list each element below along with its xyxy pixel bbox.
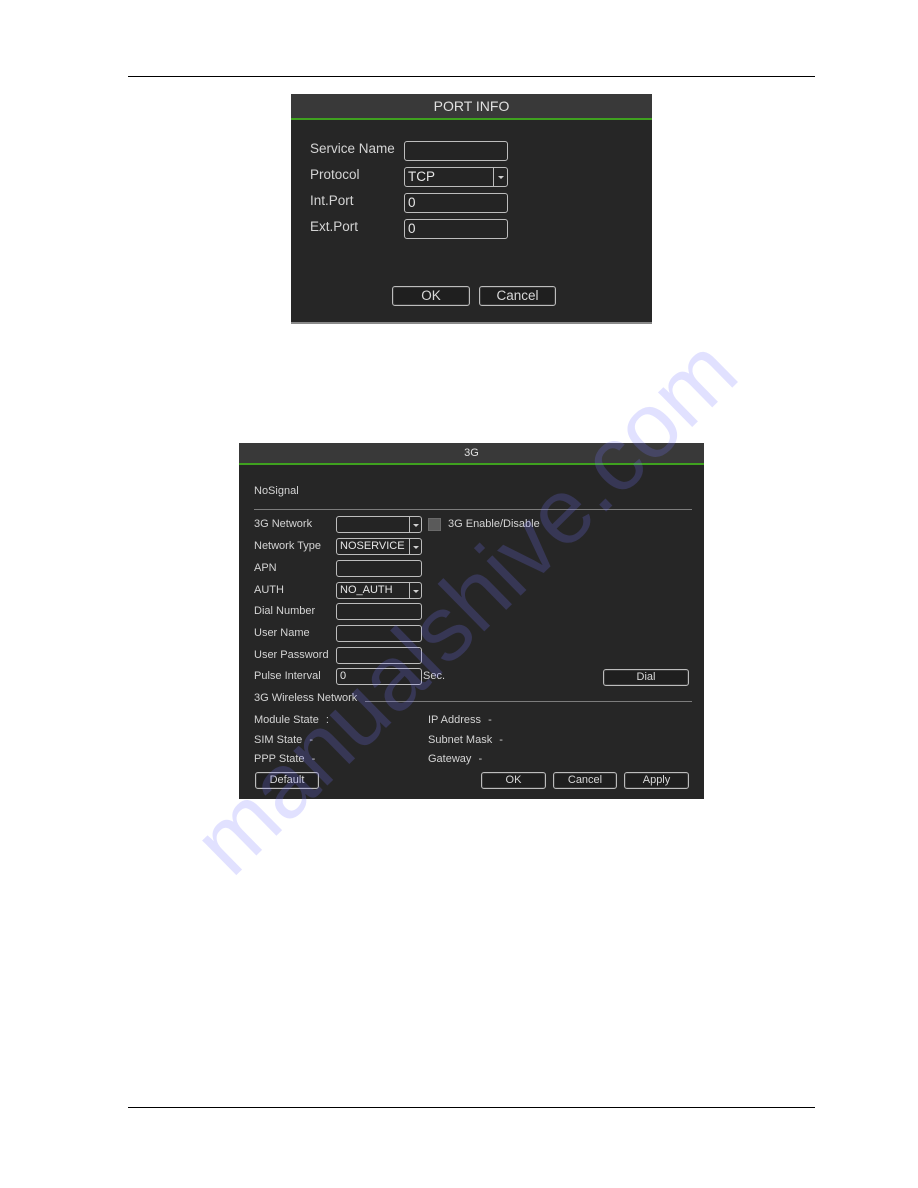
module-state-row: Module State : [254, 714, 329, 726]
ext-port-label: Ext.Port [310, 219, 359, 234]
wireless-section-divider [365, 701, 692, 702]
ip-address-sep: - [488, 714, 492, 726]
divider [254, 509, 692, 510]
int-port-label: Int.Port [310, 193, 354, 208]
3g-dialog: 3G NoSignal 3G Network 3G Enable/Disable… [239, 443, 704, 799]
cancel-button[interactable]: Cancel [479, 286, 556, 306]
dial-number-label: Dial Number [254, 605, 316, 617]
auth-select[interactable]: NO_AUTH [336, 582, 422, 599]
user-password-input[interactable] [336, 647, 422, 664]
apn-input[interactable] [336, 560, 422, 577]
protocol-value: TCP [408, 169, 435, 184]
3g-network-select[interactable] [336, 516, 422, 533]
ip-address-label: IP Address [428, 714, 481, 726]
dial-number-input[interactable] [336, 603, 422, 620]
pulse-interval-input[interactable]: 0 [336, 668, 422, 685]
auth-label: AUTH [254, 584, 284, 596]
network-type-label: Network Type [254, 540, 322, 552]
ppp-state-label: PPP State [254, 753, 305, 765]
3g-enable-label: 3G Enable/Disable [448, 518, 540, 530]
module-state-label: Module State [254, 714, 319, 726]
port-info-dialog: PORT INFO Service Name Protocol TCP Int.… [291, 94, 652, 324]
module-state-sep: : [325, 714, 329, 726]
signal-status: NoSignal [254, 485, 299, 497]
apn-label: APN [254, 562, 277, 574]
ok-button[interactable]: OK [481, 772, 546, 789]
wireless-section-title: 3G Wireless Network [254, 692, 358, 704]
network-type-select[interactable]: NOSERVICE [336, 538, 422, 555]
chevron-down-icon[interactable] [493, 168, 507, 186]
gateway-sep: - [478, 753, 483, 765]
cancel-button[interactable]: Cancel [553, 772, 617, 789]
chevron-down-icon[interactable] [409, 517, 421, 532]
user-password-label: User Password [254, 649, 329, 661]
ext-port-input[interactable]: 0 [404, 219, 508, 239]
user-name-label: User Name [254, 627, 310, 639]
subnet-mask-label: Subnet Mask [428, 734, 493, 746]
page-header-rule [128, 76, 815, 77]
network-type-value: NOSERVICE [340, 540, 405, 552]
dialog-title: 3G [239, 443, 704, 465]
3g-enable-checkbox[interactable] [428, 518, 441, 531]
int-port-input[interactable]: 0 [404, 193, 508, 213]
3g-network-label: 3G Network [254, 518, 313, 530]
ok-button[interactable]: OK [392, 286, 470, 306]
sim-state-row: SIM State - [254, 734, 313, 746]
dialog-title: PORT INFO [291, 94, 652, 120]
service-name-label: Service Name [310, 141, 395, 156]
chevron-down-icon[interactable] [409, 583, 421, 598]
protocol-label: Protocol [310, 167, 360, 182]
subnet-mask-row: Subnet Mask - [428, 734, 503, 746]
default-button[interactable]: Default [255, 772, 319, 789]
page-footer-rule [128, 1107, 815, 1108]
service-name-input[interactable] [404, 141, 508, 161]
gateway-row: Gateway - [428, 753, 482, 765]
dial-button[interactable]: Dial [603, 669, 689, 686]
ppp-state-sep: - [311, 753, 316, 765]
chevron-down-icon[interactable] [409, 539, 421, 554]
ppp-state-row: PPP State - [254, 753, 315, 765]
subnet-mask-sep: - [499, 734, 503, 746]
auth-value: NO_AUTH [340, 584, 393, 596]
pulse-interval-label: Pulse Interval [254, 670, 321, 682]
pulse-unit-label: Sec. [423, 670, 446, 682]
sim-state-sep: - [309, 734, 314, 746]
user-name-input[interactable] [336, 625, 422, 642]
gateway-label: Gateway [428, 753, 472, 765]
protocol-select[interactable]: TCP [404, 167, 508, 187]
apply-button[interactable]: Apply [624, 772, 689, 789]
sim-state-label: SIM State [254, 734, 303, 746]
ip-address-row: IP Address - [428, 714, 492, 726]
